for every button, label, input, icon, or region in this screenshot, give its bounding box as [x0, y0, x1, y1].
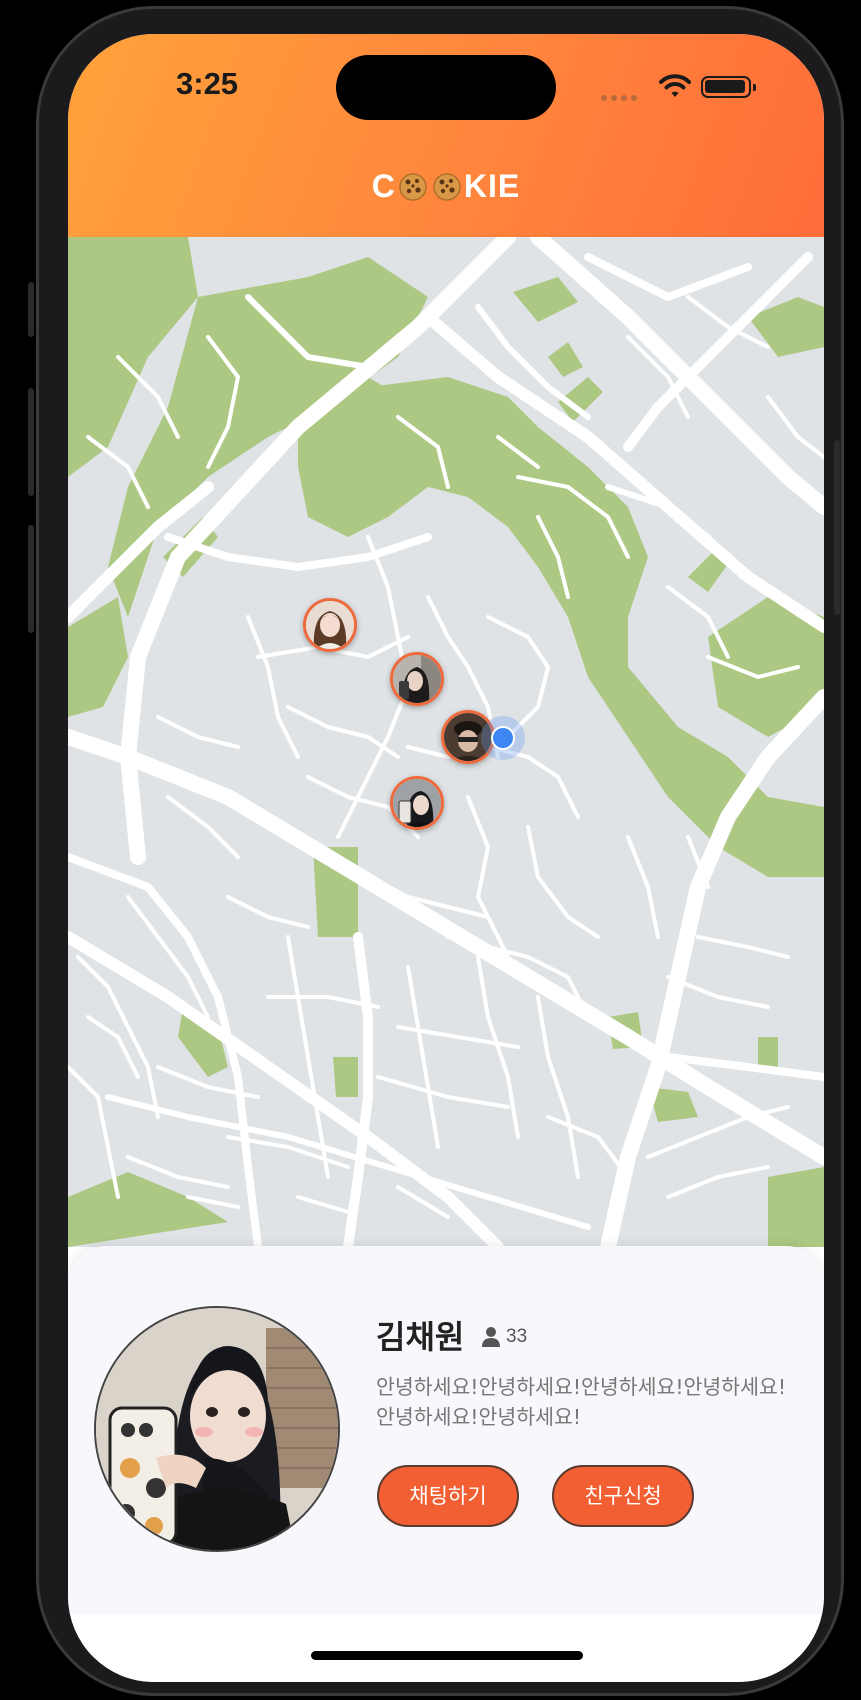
- location-dot-icon: [481, 716, 525, 760]
- map-view[interactable]: [68, 237, 824, 1247]
- wifi-icon: [659, 74, 691, 97]
- friend-request-button[interactable]: 친구신청: [552, 1465, 694, 1527]
- cookie-icon: [433, 172, 461, 201]
- avatar: [393, 655, 441, 703]
- avatar: [306, 601, 354, 649]
- power-button: [834, 440, 840, 615]
- battery-icon: [701, 76, 756, 98]
- volume-up-button: [28, 388, 34, 496]
- friend-marker-2[interactable]: [390, 652, 444, 706]
- avatar: [393, 779, 441, 827]
- dynamic-island: [336, 55, 556, 120]
- bottom-safe-area: [68, 1614, 824, 1682]
- person-icon: [482, 1327, 500, 1347]
- home-indicator[interactable]: [311, 1651, 583, 1660]
- volume-down-button: [28, 525, 34, 633]
- profile-name: 김채원: [376, 1318, 465, 1356]
- app-title-end: KIE: [463, 168, 521, 205]
- status-icons: [601, 72, 781, 102]
- chat-button[interactable]: 채팅하기: [377, 1465, 519, 1527]
- profile-card: 김채원 33 안녕하세요!안녕하세요!안녕하세요!안녕하세요!안녕하세요!안녕하…: [68, 1246, 824, 1614]
- app-header: 3:25 C KIE: [68, 34, 824, 237]
- profile-avatar[interactable]: [94, 1306, 340, 1552]
- friend-marker-4[interactable]: [390, 776, 444, 830]
- app-title: C KIE: [68, 166, 824, 205]
- cookie-icon: [399, 172, 427, 201]
- action-button: [28, 282, 34, 337]
- cellular-dots-icon: [601, 86, 641, 105]
- status-time: 3:25: [176, 66, 239, 101]
- app-screen: 3:25 C KIE 김채원 33 안녕하세요!안녕하세요!안녕하세요!안녕하세…: [68, 34, 824, 1682]
- friend-marker-1[interactable]: [303, 598, 357, 652]
- profile-age-value: 33: [506, 1326, 528, 1347]
- avatar: [96, 1308, 338, 1550]
- profile-bio: 안녕하세요!안녕하세요!안녕하세요!안녕하세요!안녕하세요!안녕하세요!: [376, 1375, 787, 1429]
- app-title-start: C: [371, 168, 396, 205]
